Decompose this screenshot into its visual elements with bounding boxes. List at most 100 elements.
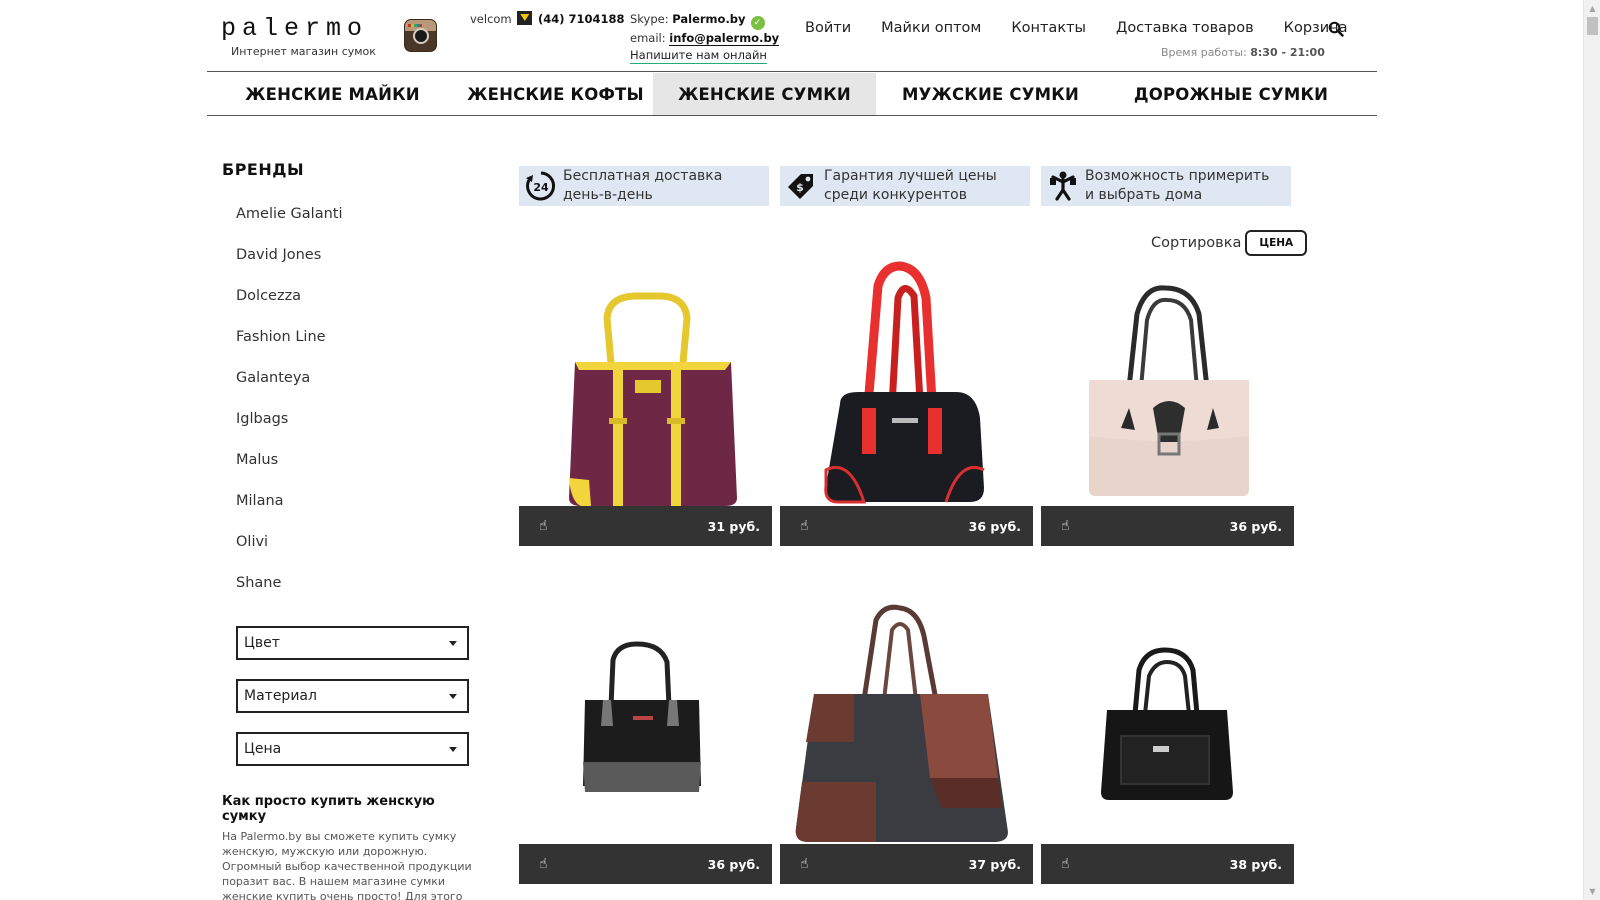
product-image[interactable] [1041,596,1294,852]
delivery-24-icon: 24 [519,166,563,206]
product-image[interactable] [780,596,1033,852]
how-to-buy-text: На Palermo.by вы сможете купить сумку же… [222,830,472,900]
price-tag-icon: $ [780,166,824,206]
chevron-down-icon [449,747,457,752]
perk-best-price: $ Гарантия лучшей цены среди конкурентов [780,166,1030,206]
svg-text:24: 24 [533,181,549,194]
scroll-down-arrow-icon[interactable]: ▼ [1584,883,1600,900]
product-bar: ☝ 37 руб. [780,844,1033,884]
brand-item[interactable]: David Jones [236,245,482,286]
top-nav: Войти Майки оптом Контакты Доставка това… [805,20,1378,36]
svg-text:$: $ [796,181,804,194]
brand-item[interactable]: Malus [236,450,482,491]
scroll-up-arrow-icon[interactable]: ▲ [1584,0,1600,17]
hours-value: 8:30 - 21:00 [1250,46,1325,59]
site-header: palermo Интернет магазин сумок velcom (4… [207,0,1377,72]
search-icon[interactable] [1328,21,1344,37]
phone-info: velcom (44) 7104188 [470,11,624,26]
perk-price-line2: среди конкурентов [824,187,967,203]
chevron-down-icon [449,641,457,646]
hours-label: Время работы: [1161,46,1247,59]
product-bar: ☝ 38 руб. [1041,844,1294,884]
logo-text: palermo [221,14,369,43]
sort-label: Сортировка [1151,235,1242,251]
color-filter-label: Цвет [244,635,280,651]
product-image[interactable] [1041,258,1294,514]
skype-label: Skype: [630,12,669,26]
logo[interactable]: palermo Интернет магазин сумок [221,14,381,59]
work-hours: Время работы: 8:30 - 21:00 [1161,46,1325,59]
product-image[interactable] [519,258,772,514]
how-to-buy-title: Как просто купить женскую сумку [222,794,435,824]
perk-try-on: Возможность примерить и выбрать дома [1041,166,1291,206]
product-price: 31 руб. [707,518,760,534]
category-mens-bags[interactable]: МУЖСКИЕ СУМКИ [876,73,1105,115]
brands-title: БРЕНДЫ [222,160,305,179]
product-bar: ☝ 36 руб. [780,506,1033,546]
brand-item[interactable]: Olivi [236,532,482,573]
brand-item[interactable]: Shane [236,573,482,614]
perk-delivery: 24 Бесплатная доставка день-в-день [519,166,769,206]
material-filter-label: Материал [244,688,317,704]
price-filter-select[interactable]: Цена [236,732,469,766]
brand-item[interactable]: Fashion Line [236,327,482,368]
brand-item[interactable]: Iglbags [236,409,482,450]
perk-tryon-line2: и выбрать дома [1085,187,1203,203]
brand-item[interactable]: Galanteya [236,368,482,409]
hand-pointer-icon[interactable]: ☝ [1061,856,1070,872]
nav-login[interactable]: Войти [805,20,851,36]
chevron-down-icon [449,694,457,699]
product-image[interactable] [780,258,1033,514]
velcom-icon [517,11,533,25]
scrollbar-thumb[interactable] [1587,17,1598,35]
email-link[interactable]: info@palermo.by [669,31,780,46]
instagram-icon[interactable] [404,19,437,52]
category-travel-bags[interactable]: ДОРОЖНЫЕ СУМКИ [1105,73,1357,115]
sort-control: Сортировка ЦЕНА [1151,230,1308,256]
material-filter-select[interactable]: Материал [236,679,469,713]
category-womens-sweaters[interactable]: ЖЕНСКИЕ КОФТЫ [458,73,653,115]
hand-pointer-icon[interactable]: ☝ [539,856,548,872]
product-bar: ☝ 31 руб. [519,506,772,546]
hand-pointer-icon[interactable]: ☝ [539,518,548,534]
perk-price-line1: Гарантия лучшей цены [824,168,997,184]
hand-pointer-icon[interactable]: ☝ [800,518,809,534]
page-scrollbar[interactable]: ▲ ▼ [1583,0,1600,900]
product-bar: ☝ 36 руб. [519,844,772,884]
hand-pointer-icon[interactable]: ☝ [1061,518,1070,534]
product-price: 37 руб. [968,856,1021,872]
sidebar: БРЕНДЫ Amelie Galanti David Jones Dolcez… [222,160,482,900]
perk-tryon-line1: Возможность примерить [1085,168,1270,184]
email-label: email: [630,31,666,45]
perk-delivery-line1: Бесплатная доставка [563,168,723,184]
brand-item[interactable]: Dolcezza [236,286,482,327]
nav-delivery[interactable]: Доставка товаров [1116,20,1254,36]
try-on-icon [1041,166,1085,206]
product-image[interactable] [519,596,772,852]
logo-subtitle: Интернет магазин сумок [231,45,376,58]
perk-delivery-line2: день-в-день [563,187,653,203]
product-price: 36 руб. [1229,518,1282,534]
hand-pointer-icon[interactable]: ☝ [800,856,809,872]
contacts-info: Skype: Palermo.by ✓ email: info@palermo.b… [630,11,780,64]
brand-list: Amelie Galanti David Jones Dolcezza Fash… [222,204,482,614]
price-filter-label: Цена [244,741,282,757]
product-bar: ☝ 36 руб. [1041,506,1294,546]
write-us-link[interactable]: Напишите нам онлайн [630,48,767,64]
product-price: 38 руб. [1229,856,1282,872]
product-price: 36 руб. [707,856,760,872]
skype-icon: ✓ [750,16,765,30]
phone-number[interactable]: (44) 7104188 [538,12,625,26]
perks-bar: 24 Бесплатная доставка день-в-день $ Гара… [519,166,1302,206]
category-womens-bags[interactable]: ЖЕНСКИЕ СУМКИ [653,73,876,115]
sort-price-button[interactable]: ЦЕНА [1245,230,1308,256]
product-price: 36 руб. [968,518,1021,534]
nav-contacts[interactable]: Контакты [1011,20,1086,36]
color-filter-select[interactable]: Цвет [236,626,469,660]
category-womens-tops[interactable]: ЖЕНСКИЕ МАЙКИ [207,73,458,115]
skype-value[interactable]: Palermo.by [672,12,745,26]
nav-wholesale[interactable]: Майки оптом [881,20,981,36]
brand-item[interactable]: Milana [236,491,482,532]
brand-item[interactable]: Amelie Galanti [236,204,482,245]
category-nav: ЖЕНСКИЕ МАЙКИ ЖЕНСКИЕ КОФТЫ ЖЕНСКИЕ СУМК… [207,73,1377,116]
